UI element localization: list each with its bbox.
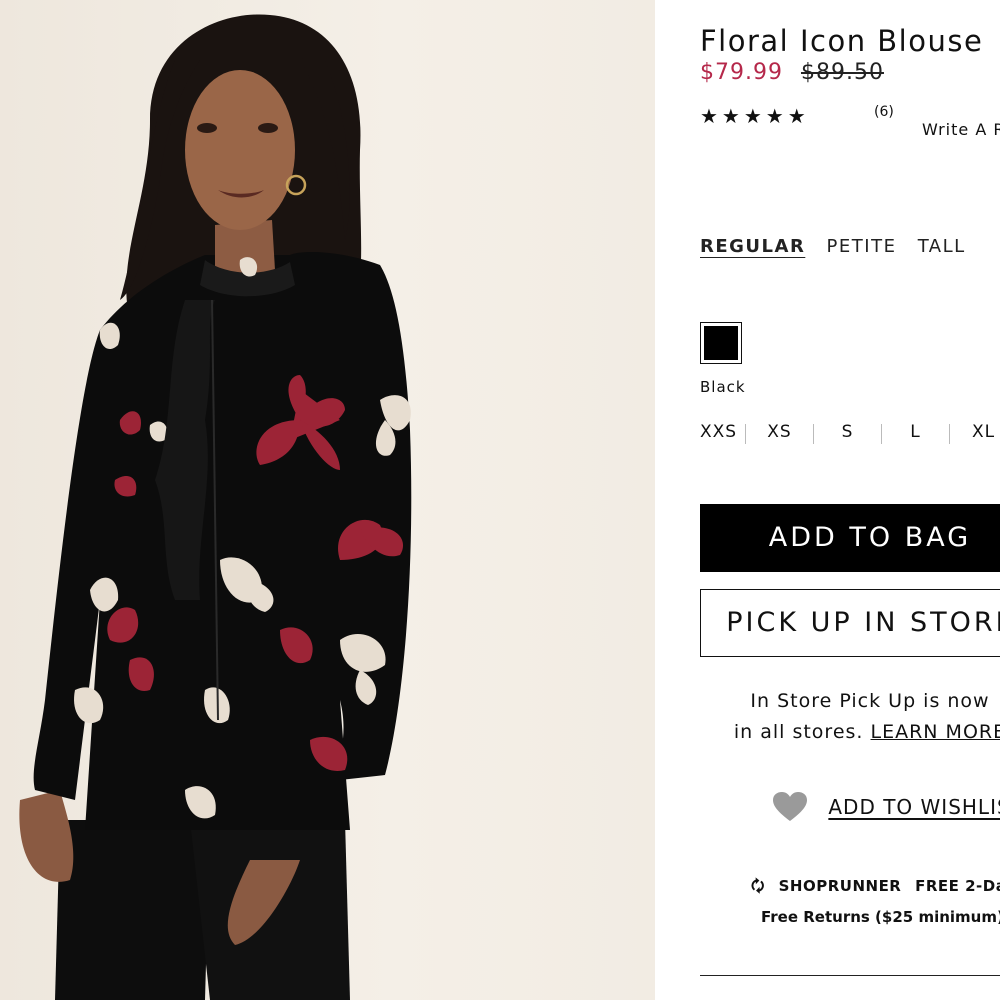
- shoprunner-brand[interactable]: SHOPRUNNER: [779, 877, 902, 895]
- price-row: $79.99 $89.50: [700, 60, 884, 85]
- product-info-panel: Floral Icon Blouse $79.99 $89.50 ★★★★★ (…: [655, 0, 1000, 1000]
- model-photo: [19, 14, 412, 1000]
- fit-tabs: REGULAR PETITE TALL: [700, 236, 980, 257]
- divider: [700, 975, 1000, 976]
- tab-regular[interactable]: REGULAR: [700, 236, 805, 257]
- rating-row: ★★★★★ (6) Write A Review: [700, 104, 1000, 139]
- size-option-xxs[interactable]: XXS: [700, 422, 745, 444]
- size-option-l[interactable]: L: [882, 422, 949, 444]
- pickup-note: In Store Pick Up is now in all stores. L…: [700, 686, 1000, 748]
- pick-up-in-store-button[interactable]: PICK UP IN STORE: [700, 589, 1000, 657]
- shipping-offer: FREE 2-Day Shipping: [915, 877, 1000, 895]
- color-swatch-black[interactable]: [700, 322, 742, 364]
- size-option-xl[interactable]: XL: [950, 422, 1000, 444]
- rating-stars[interactable]: ★★★★★: [700, 104, 810, 128]
- wishlist-label[interactable]: ADD TO WISHLIST: [828, 795, 1000, 819]
- color-name: Black: [700, 378, 746, 396]
- size-option-xs[interactable]: XS: [746, 422, 813, 444]
- sale-price: $79.99: [700, 60, 783, 85]
- size-option-s[interactable]: S: [814, 422, 881, 444]
- pickup-note-line1: In Store Pick Up is now: [750, 690, 990, 712]
- size-selector: XXS XS S L XL: [700, 422, 1000, 444]
- tab-tall[interactable]: TALL: [918, 236, 966, 257]
- tab-petite[interactable]: PETITE: [827, 236, 897, 257]
- pickup-note-text: in all stores.: [733, 721, 864, 743]
- shoprunner-row: 🗘︎ SHOPRUNNER FREE 2-Day Shipping: [751, 876, 1000, 901]
- review-count[interactable]: (6): [874, 104, 894, 120]
- write-review-link[interactable]: Write A Review: [922, 120, 1000, 139]
- product-title: Floral Icon Blouse: [700, 24, 984, 58]
- product-image[interactable]: [0, 0, 655, 1000]
- heart-icon: [773, 792, 807, 821]
- free-returns: Free Returns ($25 minimum): [761, 908, 1000, 926]
- learn-more-link[interactable]: LEARN MORE: [871, 721, 1000, 743]
- original-price: $89.50: [800, 60, 884, 85]
- add-to-wishlist[interactable]: ADD TO WISHLIST: [773, 792, 1000, 822]
- swatch-fill: [704, 326, 738, 360]
- shoprunner-logo-icon: 🗘︎: [751, 877, 765, 895]
- pickup-note-line2: in all stores. LEARN MORE: [700, 717, 1000, 748]
- add-to-bag-button[interactable]: ADD TO BAG: [700, 504, 1000, 572]
